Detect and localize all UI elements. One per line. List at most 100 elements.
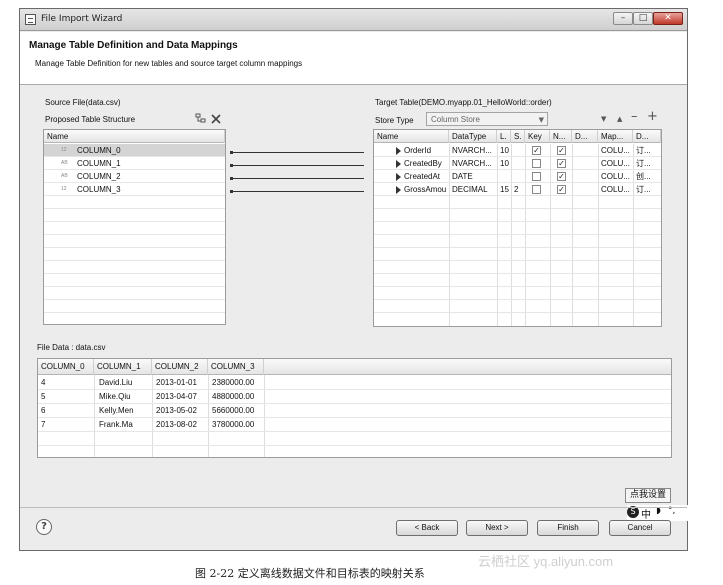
file-import-wizard-window: File Import Wizard – □ ✕ Manage Table De…: [19, 8, 689, 551]
figure-caption: 图 2-22 定义离线数据文件和目标表的映射关系: [195, 567, 425, 580]
store-type-value: Column Store: [431, 115, 480, 124]
delete-icon[interactable]: [210, 113, 222, 125]
store-type-select[interactable]: Column Store ▼: [426, 112, 548, 126]
target-scale: 2: [514, 185, 519, 194]
nullable-checkbox[interactable]: ✓: [557, 185, 566, 194]
file-data-label: File Data : data.csv: [37, 343, 106, 352]
target-scale: [511, 170, 525, 183]
next-button[interactable]: Next >: [466, 520, 528, 536]
file-header-col2[interactable]: COLUMN_2: [152, 359, 208, 375]
source-name-header[interactable]: Name: [44, 130, 225, 143]
file-header-col1[interactable]: COLUMN_1: [94, 359, 152, 375]
empty-row: [44, 274, 225, 287]
source-column-name: COLUMN_2: [77, 172, 121, 181]
empty-row: [44, 222, 225, 235]
ime-language-toggle[interactable]: 中: [641, 506, 651, 521]
file-data-row[interactable]: 6 Kelly.Men 2013-05-02 5660000.00: [38, 404, 671, 418]
empty-row: [374, 222, 661, 235]
minimize-button[interactable]: –: [613, 12, 633, 25]
empty-row: [374, 261, 661, 274]
target-scale: [511, 144, 525, 157]
header-default[interactable]: D...: [572, 130, 598, 143]
target-row[interactable]: OrderId NVARCH... 10 ✓ ✓ COLU... 订...: [374, 144, 661, 157]
target-table: Name DataType L. S. Key N... D... Map...…: [373, 129, 662, 327]
target-group-label: Target Table(DEMO.myapp.01_HelloWorld::o…: [375, 98, 552, 107]
title-bar: File Import Wizard – □ ✕: [20, 9, 687, 31]
target-table-header: Name DataType L. S. Key N... D... Map...…: [374, 130, 661, 143]
file-data-row[interactable]: 5 Mike.Qiu 2013-04-07 4880000.00: [38, 390, 671, 404]
page-subtitle: Manage Table Definition for new tables a…: [35, 59, 303, 68]
source-column-name: COLUMN_3: [77, 185, 121, 194]
key-checkbox[interactable]: [532, 185, 541, 194]
target-row[interactable]: CreatedBy NVARCH... 10 ✓ COLU... 订...: [374, 157, 661, 170]
target-mapping: COLU...: [601, 172, 630, 181]
target-row[interactable]: GrossAmou DECIMAL 15 2 ✓ COLU... 订...: [374, 183, 661, 196]
header-datatype[interactable]: DataType: [449, 130, 497, 143]
file-data-row[interactable]: 4 David.Liu 2013-01-01 2380000.00: [38, 376, 671, 390]
file-cell: 2013-01-01: [156, 378, 197, 387]
header-key[interactable]: Key: [525, 130, 550, 143]
header-scale[interactable]: S.: [511, 130, 525, 143]
target-column-name: CreatedAt: [404, 172, 441, 181]
target-row[interactable]: CreatedAt DATE ✓ COLU... 创...: [374, 170, 661, 183]
key-checkbox[interactable]: [532, 159, 541, 168]
key-checkbox[interactable]: [532, 172, 541, 181]
mapping-line: [232, 152, 364, 153]
target-datatype: DATE: [452, 172, 473, 181]
tree-view-icon[interactable]: [195, 113, 207, 125]
help-icon[interactable]: ?: [36, 519, 52, 535]
header-description[interactable]: D...: [633, 130, 661, 143]
nullable-checkbox[interactable]: ✓: [557, 172, 566, 181]
move-up-icon[interactable]: ▲: [617, 115, 622, 123]
back-button[interactable]: < Back: [396, 520, 458, 536]
target-default: [572, 170, 598, 183]
empty-row: [374, 274, 661, 287]
source-structure-table: Name 12 COLUMN_0 AB COLUMN_1 AB COLUMN_2…: [43, 129, 226, 325]
add-column-icon[interactable]: +: [647, 109, 658, 124]
ime-settings-button[interactable]: 点我设置: [625, 488, 671, 503]
file-header-col0[interactable]: COLUMN_0: [38, 359, 94, 375]
source-row[interactable]: 12 COLUMN_3: [44, 183, 225, 196]
source-row[interactable]: AB COLUMN_1: [44, 157, 225, 170]
finish-button[interactable]: Finish: [537, 520, 599, 536]
move-down-icon[interactable]: ▼: [601, 115, 606, 123]
header-mapping[interactable]: Map...: [598, 130, 633, 143]
target-length: 15: [500, 185, 509, 194]
file-cell: 2013-05-02: [156, 406, 197, 415]
empty-row: [374, 209, 661, 222]
header-name[interactable]: Name: [374, 130, 449, 143]
target-mapping: COLU...: [601, 185, 630, 194]
maximize-button[interactable]: □: [633, 12, 653, 25]
chevron-down-icon: ▼: [538, 116, 544, 124]
cancel-button[interactable]: Cancel: [609, 520, 671, 536]
empty-row: [44, 196, 225, 209]
empty-row: [374, 300, 661, 313]
file-cell: David.Liu: [99, 378, 133, 387]
target-description: 订...: [636, 146, 651, 155]
file-data-row[interactable]: 7 Frank.Ma 2013-08-02 3780000.00: [38, 418, 671, 432]
file-cell: 6: [41, 406, 46, 415]
source-row[interactable]: AB COLUMN_2: [44, 170, 225, 183]
target-length: 10: [500, 159, 509, 168]
empty-row: [44, 261, 225, 274]
close-button[interactable]: ✕: [653, 12, 683, 25]
header-nullable[interactable]: N...: [550, 130, 572, 143]
file-cell: 2013-04-07: [156, 392, 197, 401]
remove-column-icon[interactable]: –: [631, 109, 638, 124]
file-cell: Kelly.Men: [99, 406, 134, 415]
nullable-checkbox[interactable]: ✓: [557, 159, 566, 168]
nullable-checkbox[interactable]: ✓: [557, 146, 566, 155]
header-length[interactable]: L.: [497, 130, 511, 143]
file-cell: 5: [41, 392, 46, 401]
target-default: [572, 183, 598, 196]
empty-row: [374, 248, 661, 261]
file-header-col3[interactable]: COLUMN_3: [208, 359, 264, 375]
target-length: 10: [500, 146, 509, 155]
empty-row: [374, 287, 661, 300]
window-app-icon: [25, 14, 36, 25]
target-mapping: COLU...: [601, 159, 630, 168]
source-row[interactable]: 12 COLUMN_0: [44, 144, 225, 157]
file-cell: Frank.Ma: [99, 420, 133, 429]
target-default: [572, 144, 598, 157]
key-checkbox[interactable]: ✓: [532, 146, 541, 155]
